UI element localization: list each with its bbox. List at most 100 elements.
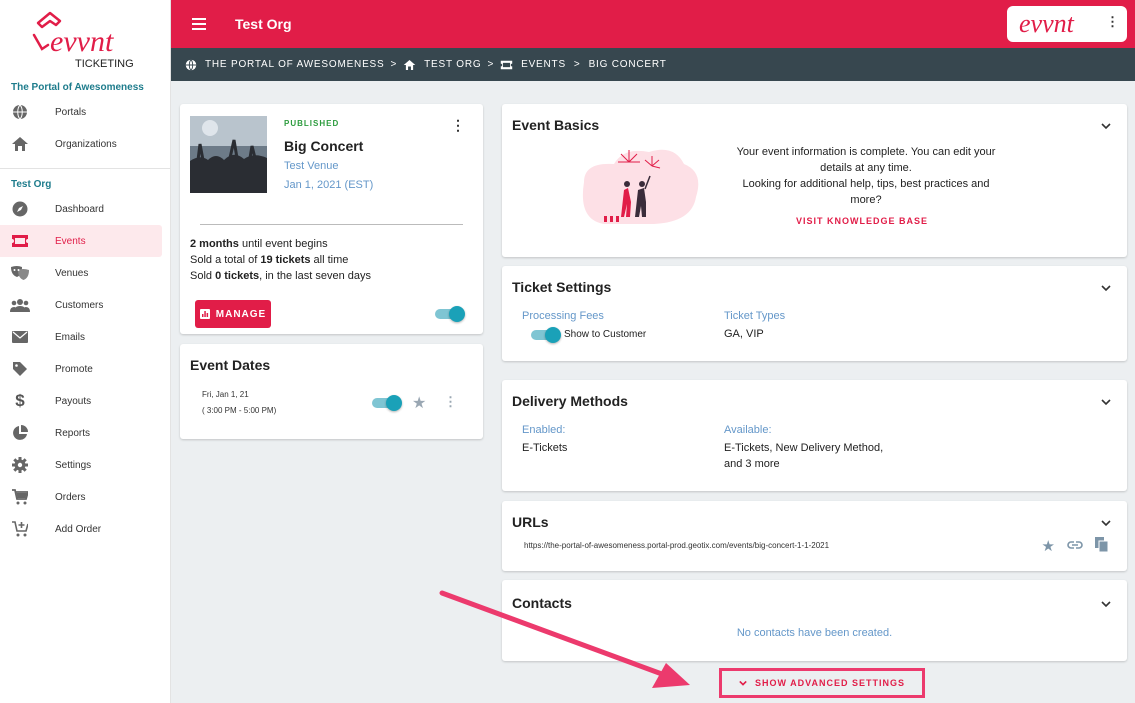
ticket-types-value: GA, VIP <box>724 328 764 340</box>
sidebar-item-label: Venues <box>55 267 89 279</box>
sidebar-item-settings[interactable]: Settings <box>0 449 162 481</box>
event-venue-link[interactable]: Test Venue <box>284 160 338 172</box>
ticket-icon <box>500 60 513 70</box>
breadcrumb-item-org[interactable]: TEST ORG <box>424 59 481 70</box>
celebration-illustration <box>582 149 699 224</box>
star-icon[interactable]: ★ <box>1042 537 1055 555</box>
topbar: Test Org evvnt ⋮ <box>171 0 1135 48</box>
sidebar: evvnt TICKETING The Portal of Awesomenes… <box>0 0 171 703</box>
sidebar-item-venues[interactable]: Venues <box>0 257 162 289</box>
sidebar-item-label: Payouts <box>55 395 92 407</box>
manage-button-label: MANAGE <box>215 308 267 320</box>
sidebar-item-emails[interactable]: Emails <box>0 321 162 353</box>
delivery-methods-card: Delivery Methods Enabled: E-Tickets Avai… <box>502 380 1127 491</box>
globe-icon <box>10 102 30 122</box>
event-dates-card: Event Dates Fri, Jan 1, 21 ( 3:00 PM - 5… <box>180 344 483 439</box>
sidebar-item-label: Events <box>55 235 86 247</box>
event-date-day: Fri, Jan 1, 21 <box>202 390 249 399</box>
sidebar-divider <box>0 168 170 169</box>
more-vert-icon[interactable]: ⋮ <box>444 394 457 410</box>
chart-icon <box>199 309 210 319</box>
ticket-types-label: Ticket Types <box>724 310 786 322</box>
chevron-down-icon[interactable] <box>1101 283 1111 293</box>
brand-menu-button[interactable]: evvnt ⋮ <box>1007 6 1127 42</box>
sidebar-item-add-order[interactable]: Add Order <box>0 513 162 545</box>
more-vert-icon[interactable]: ⋮ <box>1106 14 1119 30</box>
show-advanced-settings-button[interactable]: SHOW ADVANCED SETTINGS <box>719 668 925 698</box>
sidebar-item-dashboard[interactable]: Dashboard <box>0 193 162 225</box>
sidebar-item-label: Customers <box>55 299 104 311</box>
evvnt-logo[interactable]: evvnt TICKETING <box>0 0 170 78</box>
manage-button[interactable]: MANAGE <box>195 300 271 328</box>
enabled-value: E-Tickets <box>522 442 568 454</box>
sidebar-item-label: Organizations <box>55 138 117 150</box>
chevron-down-icon[interactable] <box>1101 397 1111 407</box>
contacts-card: Contacts No contacts have been created. <box>502 580 1127 661</box>
event-dates-title: Event Dates <box>190 357 271 373</box>
cart-add-icon <box>10 519 30 539</box>
sidebar-item-orders[interactable]: Orders <box>0 481 162 513</box>
svg-text:TICKETING: TICKETING <box>75 58 134 69</box>
enabled-label: Enabled: <box>522 424 566 436</box>
chevron-down-icon[interactable] <box>1101 518 1111 528</box>
show-advanced-settings-label: SHOW ADVANCED SETTINGS <box>754 678 905 688</box>
available-label: Available: <box>724 424 772 436</box>
contacts-title: Contacts <box>512 595 572 611</box>
event-image <box>190 116 267 193</box>
breadcrumb-item-events[interactable]: EVENTS <box>521 59 566 70</box>
sidebar-item-reports[interactable]: Reports <box>0 417 162 449</box>
evvnt-logo-icon: evvnt TICKETING <box>32 11 134 69</box>
link-icon[interactable] <box>1067 537 1083 553</box>
sidebar-item-portals[interactable]: Portals <box>0 96 162 128</box>
evvnt-logo-icon: evvnt <box>1019 9 1075 38</box>
event-name: Big Concert <box>284 138 364 154</box>
event-url[interactable]: https://the-portal-of-awesomeness.portal… <box>524 541 829 550</box>
sidebar-item-label: Add Order <box>55 523 102 535</box>
show-fees-toggle[interactable] <box>531 327 561 343</box>
menu-icon[interactable] <box>192 18 206 30</box>
date-toggle[interactable] <box>372 395 402 411</box>
processing-fees-label: Processing Fees <box>522 310 604 322</box>
page-title: Test Org <box>235 16 292 32</box>
knowledge-base-link[interactable]: VISIT KNOWLEDGE BASE <box>796 216 928 226</box>
publish-toggle[interactable] <box>435 306 465 322</box>
show-fees-label: Show to Customer <box>564 329 647 340</box>
people-icon <box>10 295 30 315</box>
sidebar-item-label: Dashboard <box>55 203 104 215</box>
chevron-down-icon[interactable] <box>1101 599 1111 609</box>
globe-icon <box>185 58 197 71</box>
delivery-methods-title: Delivery Methods <box>512 393 628 409</box>
chevron-down-icon <box>739 680 747 686</box>
event-stats: 2 months until event begins Sold a total… <box>190 238 372 282</box>
breadcrumb-item-event: BIG CONCERT <box>588 59 667 70</box>
sidebar-item-organizations[interactable]: Organizations <box>0 128 162 160</box>
cart-icon <box>10 487 30 507</box>
copy-icon[interactable] <box>1095 537 1109 553</box>
ticket-settings-title: Ticket Settings <box>512 279 612 295</box>
event-basics-message: Your event information is complete. You … <box>736 146 996 206</box>
sidebar-item-customers[interactable]: Customers <box>0 289 162 321</box>
breadcrumb-separator: > <box>390 59 398 70</box>
available-value: E-Tickets, New Delivery Method, and 3 mo… <box>724 442 884 470</box>
breadcrumb: THE PORTAL OF AWESOMENESS > TEST ORG > E… <box>171 48 1135 81</box>
event-basics-card: Event Basics Your event information is c… <box>502 104 1127 257</box>
sidebar-item-payouts[interactable]: $ Payouts <box>0 385 162 417</box>
svg-text:evvnt: evvnt <box>1019 9 1075 38</box>
breadcrumb-separator: > <box>573 59 581 70</box>
urls-title: URLs <box>512 514 549 530</box>
ticket-icon <box>10 231 30 251</box>
urls-card: URLs https://the-portal-of-awesomeness.p… <box>502 501 1127 571</box>
home-icon <box>403 59 416 71</box>
compass-icon <box>10 199 30 219</box>
contacts-empty-text: No contacts have been created. <box>736 627 893 639</box>
url-actions: ★ <box>1042 537 1109 555</box>
masks-icon <box>10 263 30 283</box>
more-vert-icon[interactable]: ⋮ <box>451 118 465 132</box>
star-icon[interactable]: ★ <box>412 393 426 413</box>
sidebar-item-promote[interactable]: Promote <box>0 353 162 385</box>
breadcrumb-separator: > <box>487 59 495 70</box>
pie-icon <box>10 423 30 443</box>
breadcrumb-item-portal[interactable]: THE PORTAL OF AWESOMENESS <box>205 59 384 70</box>
sidebar-item-events[interactable]: Events <box>0 225 162 257</box>
chevron-down-icon[interactable] <box>1101 121 1111 131</box>
